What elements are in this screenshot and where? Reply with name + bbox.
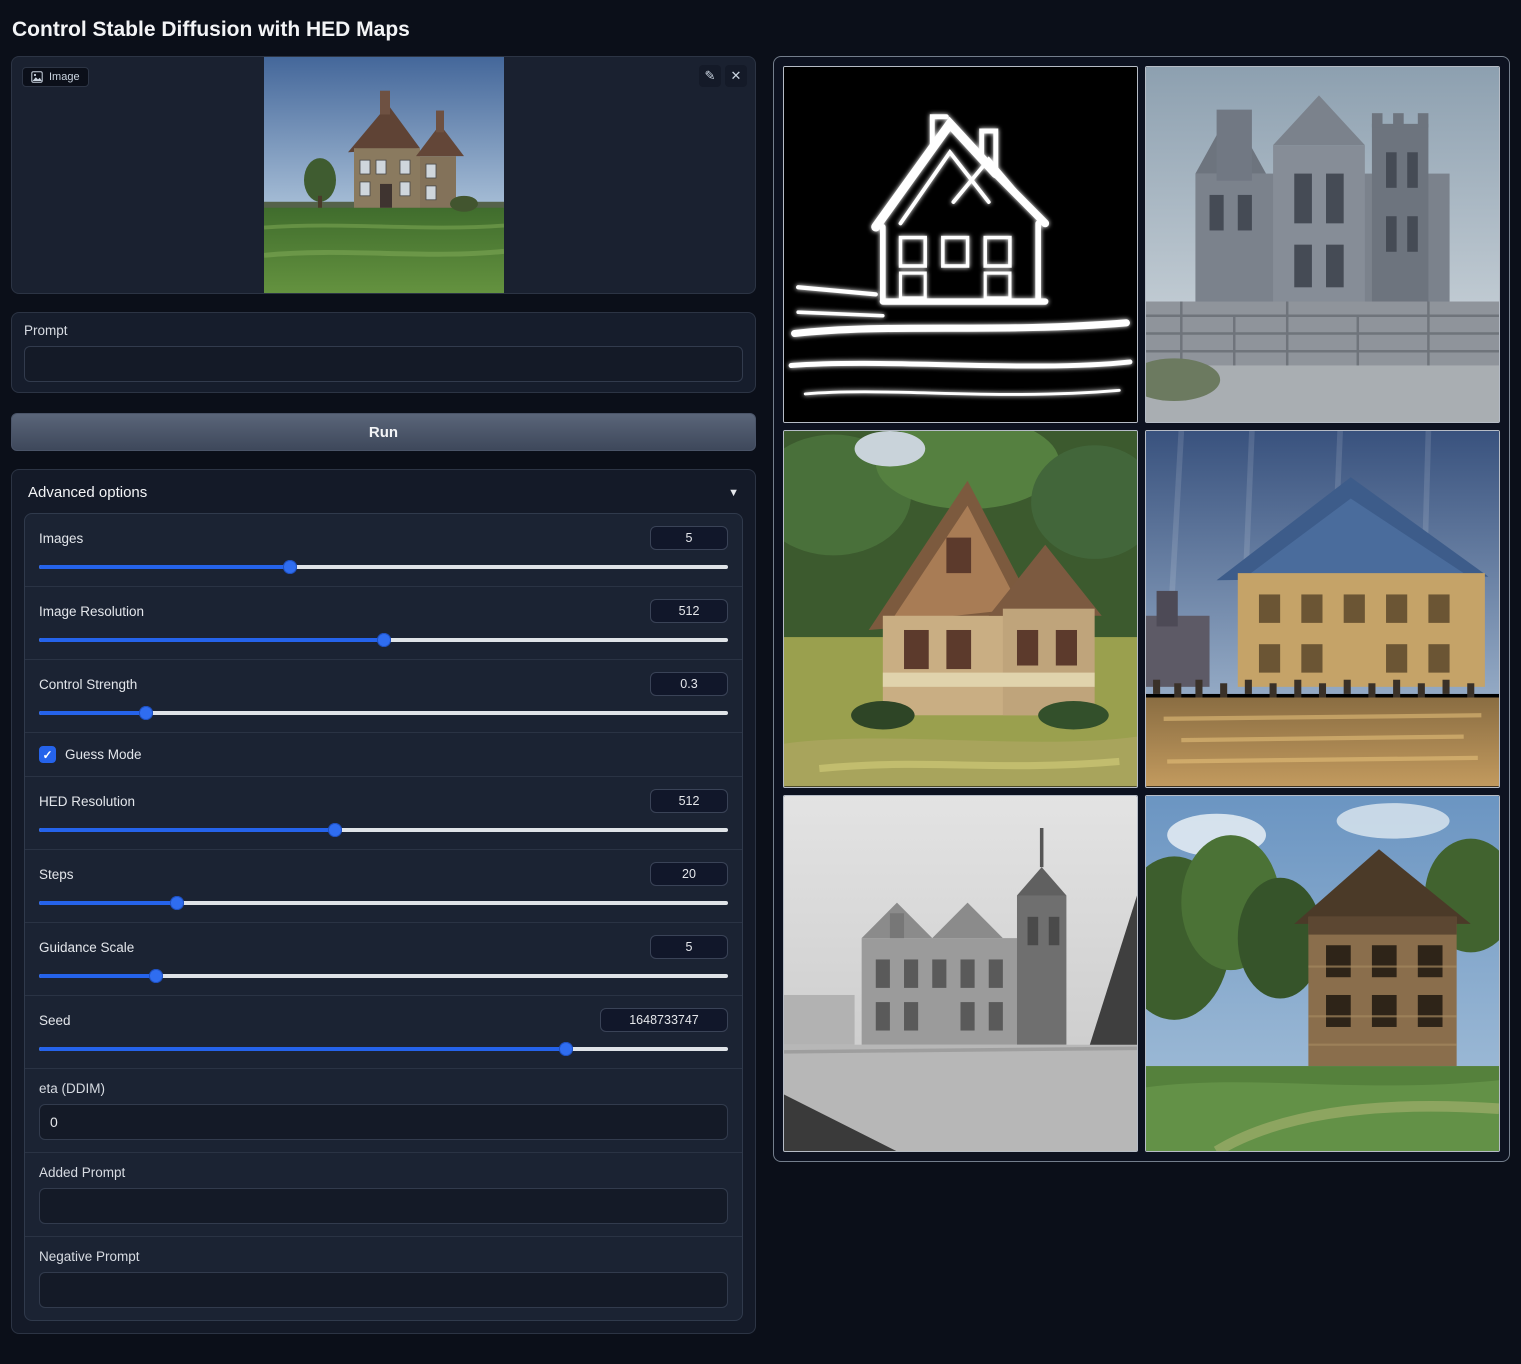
hed-resolution-label: HED Resolution — [39, 794, 135, 809]
guess-mode-row: ✓ Guess Mode — [25, 733, 742, 777]
checkmark-icon: ✓ — [42, 749, 52, 761]
guess-mode-checkbox[interactable]: ✓ — [39, 746, 56, 763]
prompt-block: Prompt — [11, 312, 756, 393]
steps-label: Steps — [39, 867, 74, 882]
added-prompt-row: Added Prompt — [25, 1153, 742, 1237]
negative-prompt-label: Negative Prompt — [39, 1249, 728, 1264]
page-title: Control Stable Diffusion with HED Maps — [12, 18, 1510, 42]
run-button[interactable]: Run — [11, 413, 756, 451]
slider-fill — [39, 828, 335, 832]
close-icon: ✕ — [731, 68, 742, 84]
image-resolution-slider[interactable] — [39, 633, 728, 647]
edit-image-button[interactable]: ✎ — [699, 65, 721, 87]
image-label: Image — [49, 71, 80, 83]
image-resolution-row: Image Resolution — [25, 587, 742, 660]
eta-label: eta (DDIM) — [39, 1081, 728, 1096]
added-prompt-label: Added Prompt — [39, 1165, 728, 1180]
guidance-scale-slider[interactable] — [39, 969, 728, 983]
negative-prompt-input[interactable] — [39, 1272, 728, 1308]
guidance-scale-label: Guidance Scale — [39, 940, 134, 955]
slider-handle[interactable] — [149, 969, 163, 983]
images-slider[interactable] — [39, 560, 728, 574]
hed-resolution-value-input[interactable] — [650, 789, 728, 813]
advanced-options-title: Advanced options — [28, 484, 147, 501]
app-page: Control Stable Diffusion with HED Maps I… — [0, 0, 1521, 1344]
steps-value-input[interactable] — [650, 862, 728, 886]
uploaded-house-photo[interactable] — [264, 57, 504, 293]
image-resolution-value-input[interactable] — [650, 599, 728, 623]
eta-input[interactable] — [39, 1104, 728, 1140]
seed-row: Seed — [25, 996, 742, 1069]
slider-fill — [39, 638, 384, 642]
advanced-options-panel: Advanced options ▼ Images — [11, 469, 756, 1334]
eta-row: eta (DDIM) — [25, 1069, 742, 1153]
chevron-down-icon: ▼ — [728, 487, 739, 499]
control-strength-label: Control Strength — [39, 677, 137, 692]
control-strength-slider[interactable] — [39, 706, 728, 720]
pencil-icon: ✎ — [705, 68, 716, 84]
seed-slider[interactable] — [39, 1042, 728, 1056]
guidance-scale-value-input[interactable] — [650, 935, 728, 959]
slider-fill — [39, 711, 146, 715]
advanced-options-header[interactable]: Advanced options ▼ — [24, 482, 743, 513]
results-column — [773, 56, 1510, 1162]
gallery-item-grayscale-building[interactable] — [783, 795, 1138, 1152]
slider-fill — [39, 901, 177, 905]
gallery-item-cathedral[interactable] — [1145, 66, 1500, 423]
guess-mode-label: Guess Mode — [65, 747, 142, 762]
image-label-chip: Image — [22, 67, 89, 87]
slider-fill — [39, 565, 290, 569]
seed-value-input[interactable] — [600, 1008, 728, 1032]
controls-column: Image ✎ ✕ — [11, 56, 756, 1334]
prompt-input[interactable] — [24, 346, 743, 382]
added-prompt-input[interactable] — [39, 1188, 728, 1224]
guidance-scale-row: Guidance Scale — [25, 923, 742, 996]
slider-handle[interactable] — [139, 706, 153, 720]
image-resolution-label: Image Resolution — [39, 604, 144, 619]
hed-resolution-row: HED Resolution — [25, 777, 742, 850]
slider-handle[interactable] — [328, 823, 342, 837]
slider-handle[interactable] — [559, 1042, 573, 1056]
gallery-item-house-with-trees[interactable] — [1145, 795, 1500, 1152]
negative-prompt-row: Negative Prompt — [25, 1237, 742, 1320]
advanced-options-form: Images Image Resolution — [24, 513, 743, 1321]
images-row: Images — [25, 514, 742, 587]
gallery-item-painterly-house[interactable] — [1145, 430, 1500, 787]
slider-handle[interactable] — [377, 633, 391, 647]
slider-handle[interactable] — [170, 896, 184, 910]
slider-fill — [39, 1047, 566, 1051]
image-upload[interactable]: Image ✎ ✕ — [11, 56, 756, 294]
images-label: Images — [39, 531, 83, 546]
images-value-input[interactable] — [650, 526, 728, 550]
control-strength-row: Control Strength — [25, 660, 742, 733]
prompt-label: Prompt — [24, 323, 743, 338]
steps-slider[interactable] — [39, 896, 728, 910]
slider-handle[interactable] — [283, 560, 297, 574]
hed-resolution-slider[interactable] — [39, 823, 728, 837]
seed-label: Seed — [39, 1013, 71, 1028]
control-strength-value-input[interactable] — [650, 672, 728, 696]
slider-fill — [39, 974, 156, 978]
output-gallery — [773, 56, 1510, 1162]
clear-image-button[interactable]: ✕ — [725, 65, 747, 87]
image-icon — [31, 71, 43, 83]
gallery-item-hed-map[interactable] — [783, 66, 1138, 423]
gallery-item-victorian-house[interactable] — [783, 430, 1138, 787]
steps-row: Steps — [25, 850, 742, 923]
